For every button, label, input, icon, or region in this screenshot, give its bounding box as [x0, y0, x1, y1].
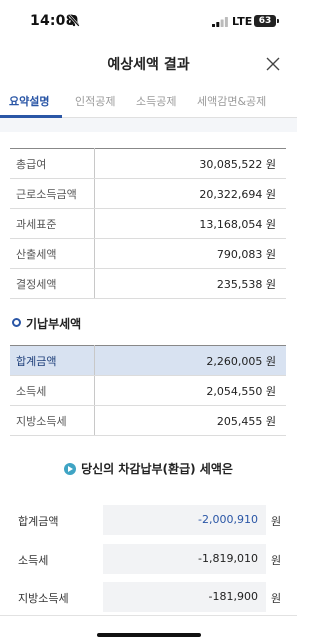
tab-income-deduction[interactable]: 소득공제	[136, 93, 176, 109]
row-label: 근로소득금액	[10, 178, 95, 209]
row-value: 2,054,550 원	[94, 375, 286, 406]
signal-icon	[212, 17, 228, 27]
page-header: 예상세액 결과	[0, 44, 297, 84]
tab-personal-deduction[interactable]: 인적공제	[75, 93, 115, 109]
result-row-total: 합계금액 -2,000,910 원	[0, 505, 297, 535]
table-row: 산출세액 790,083 원	[10, 238, 286, 269]
status-bar: 14:08 LTE 63	[0, 0, 297, 44]
row-label: 지방소득세	[10, 405, 95, 436]
result-value-box: -181,900	[103, 582, 266, 612]
result-value-box: -1,819,010	[103, 544, 266, 574]
tab-summary[interactable]: 요약설명	[9, 93, 49, 109]
section-divider	[0, 118, 297, 132]
prepaid-title: 기납부세액	[26, 317, 82, 331]
row-label: 소득세	[10, 375, 95, 406]
result-heading: 당신의 차감납부(환급) 세액은	[0, 458, 297, 477]
row-value: 790,083 원	[94, 238, 286, 269]
result-row-income-tax: 소득세 -1,819,010 원	[0, 544, 297, 574]
row-label: 총급여	[10, 148, 95, 179]
row-value: 205,455 원	[94, 405, 286, 436]
table-row: 지방소득세 205,455 원	[10, 405, 286, 436]
row-value: 2,260,005 원	[94, 345, 286, 376]
table-row: 소득세 2,054,550 원	[10, 375, 286, 406]
result-title: 당신의 차감납부(환급) 세액은	[81, 462, 233, 476]
row-value: 20,322,694 원	[94, 178, 286, 209]
row-value: 30,085,522 원	[94, 148, 286, 179]
play-circle-icon	[64, 462, 77, 475]
row-label: 산출세액	[10, 238, 95, 269]
row-value: 13,168,054 원	[94, 208, 286, 239]
result-label: 합계금액	[18, 515, 59, 528]
circle-bullet-icon	[12, 318, 21, 327]
prepaid-table: 합계금액 2,260,005 원 소득세 2,054,550 원 지방소득세 2…	[10, 345, 286, 436]
result-row-local-tax: 지방소득세 -181,900 원	[0, 582, 297, 612]
result-unit: 원	[271, 592, 282, 605]
row-label: 결정세액	[10, 268, 95, 299]
summary-table: 총급여 30,085,522 원 근로소득금액 20,322,694 원 과세표…	[10, 148, 286, 299]
close-icon[interactable]	[265, 56, 281, 72]
bell-muted-icon	[68, 14, 80, 27]
result-value-box: -2,000,910	[103, 505, 266, 535]
table-row: 결정세액 235,538 원	[10, 268, 286, 299]
result-unit: 원	[271, 554, 282, 567]
row-label: 과세표준	[10, 208, 95, 239]
battery-tip	[277, 19, 279, 23]
tab-bar: 요약설명 인적공제 소득공제 세액감면&공제	[0, 84, 297, 118]
table-row-total: 합계금액 2,260,005 원	[10, 345, 286, 376]
table-row: 근로소득금액 20,322,694 원	[10, 178, 286, 209]
row-label: 합계금액	[10, 345, 95, 376]
tab-tax-credit[interactable]: 세액감면&공제	[197, 93, 266, 109]
network-type: LTE	[232, 15, 253, 28]
bottom-divider	[0, 615, 297, 616]
table-row: 총급여 30,085,522 원	[10, 148, 286, 179]
result-label: 소득세	[18, 554, 49, 567]
table-row: 과세표준 13,168,054 원	[10, 208, 286, 239]
page-title: 예상세액 결과	[107, 57, 190, 73]
result-unit: 원	[271, 515, 282, 528]
result-value: -2,000,910	[198, 513, 258, 526]
result-label: 지방소득세	[18, 592, 69, 605]
home-indicator[interactable]	[97, 633, 201, 637]
result-value: -181,900	[208, 590, 258, 603]
row-value: 235,538 원	[94, 268, 286, 299]
result-value: -1,819,010	[198, 552, 258, 565]
battery-icon: 63	[254, 15, 276, 27]
